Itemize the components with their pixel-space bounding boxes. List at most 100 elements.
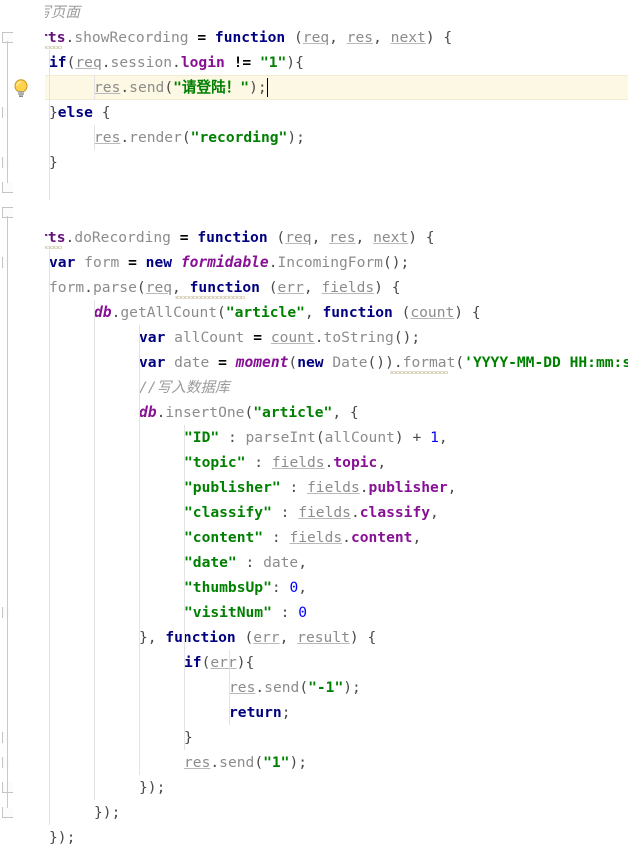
token-str: "1" xyxy=(259,54,287,71)
code-line[interactable]: "thumbsUp": 0, xyxy=(0,575,628,600)
token-punc: ( xyxy=(259,279,278,296)
code-line[interactable]: res.send("请登陆！"); xyxy=(0,75,628,100)
token-param: req xyxy=(285,229,312,246)
editor-gutter[interactable] xyxy=(0,0,45,851)
token-prop: topic xyxy=(333,454,378,471)
token-punc xyxy=(172,254,181,271)
code-line[interactable]: "date" : date, xyxy=(0,550,628,575)
code-line[interactable]: //编写页面 xyxy=(0,0,628,25)
token-punc: . xyxy=(120,79,130,96)
code-line[interactable]: var allCount = count.toString(); xyxy=(0,325,628,350)
token-punc xyxy=(165,329,174,346)
token-punc: , xyxy=(298,554,308,571)
code-line[interactable]: form.parse(req, function (err, fields) { xyxy=(0,275,628,300)
token-punc: , xyxy=(329,29,347,46)
token-glob: db xyxy=(94,304,112,321)
token-punc: ); xyxy=(287,129,305,146)
code-line[interactable]: }else { xyxy=(0,100,628,125)
code-line[interactable]: "ID" : parseInt(allCount) + 1, xyxy=(0,425,628,450)
token-id: insertOne xyxy=(165,404,245,421)
token-punc: ( xyxy=(267,229,286,246)
token-glob: formidable xyxy=(180,254,269,271)
code-line[interactable]: }; xyxy=(0,175,628,200)
token-punc: : xyxy=(236,554,264,571)
code-line[interactable]: } xyxy=(0,150,628,175)
token-punc: ) { xyxy=(408,229,435,246)
token-id: parseInt xyxy=(245,429,316,446)
code-line[interactable]: var date = moment(new Date()).format('YY… xyxy=(0,350,628,375)
code-line[interactable]: if(err){ xyxy=(0,650,628,675)
token-id: parse xyxy=(92,279,137,296)
token-str: "content" xyxy=(184,529,264,546)
token-punc: ); xyxy=(249,79,267,96)
code-line[interactable]: res.render("recording"); xyxy=(0,125,628,150)
token-punc: . xyxy=(268,254,278,271)
token-punc: ){ xyxy=(286,54,304,71)
code-line[interactable]: }, function (err, result) { xyxy=(0,625,628,650)
code-line[interactable]: db.getAllCount("article", function (coun… xyxy=(0,300,628,325)
code-line[interactable]: "classify" : fields.classify, xyxy=(0,500,628,525)
token-id: toString xyxy=(323,329,394,346)
code-line[interactable]: var form = new formidable.IncomingForm()… xyxy=(0,250,628,275)
token-id: format xyxy=(402,354,456,371)
token-param: res xyxy=(229,679,256,696)
token-punc: : xyxy=(271,579,290,596)
token-param: fields xyxy=(307,479,360,496)
code-line[interactable]: } xyxy=(0,725,628,750)
code-line[interactable]: exports.showRecording = function (req, r… xyxy=(0,25,628,50)
code-line[interactable]: exports.doRecording = function (req, res… xyxy=(0,225,628,250)
token-punc: , xyxy=(430,504,439,521)
token-param: res xyxy=(94,129,121,146)
code-line[interactable] xyxy=(0,200,628,225)
lightbulb-intention-icon[interactable] xyxy=(12,78,30,98)
token-num: 0 xyxy=(298,604,308,621)
code-line[interactable]: "visitNum" : 0 xyxy=(0,600,628,625)
token-param: next xyxy=(373,229,409,246)
code-line[interactable]: }); xyxy=(0,800,628,825)
warning-squiggle xyxy=(390,371,448,374)
token-id: showRecording xyxy=(74,29,189,46)
code-line[interactable]: res.send("-1"); xyxy=(0,675,628,700)
token-punc: : xyxy=(271,604,299,621)
token-punc: ( xyxy=(164,79,174,96)
token-punc: , xyxy=(373,29,391,46)
token-str: "recording" xyxy=(190,129,288,146)
token-punc: . xyxy=(342,529,351,546)
code-line[interactable]: db.insertOne("article", { xyxy=(0,400,628,425)
fold-marker-close[interactable] xyxy=(2,807,13,818)
token-punc: ( xyxy=(136,279,146,296)
code-line[interactable]: "topic" : fields.topic, xyxy=(0,450,628,475)
token-punc: ) { xyxy=(374,279,401,296)
code-line[interactable]: if(req.session.login != "1"){ xyxy=(0,50,628,75)
token-str: "publisher" xyxy=(184,479,281,496)
code-line[interactable]: res.send("1"); xyxy=(0,750,628,775)
token-punc: ; xyxy=(281,704,291,721)
token-punc: : xyxy=(263,529,290,546)
token-punc: , { xyxy=(332,404,359,421)
token-id: getAllCount xyxy=(120,304,218,321)
code-content[interactable]: //编写页面exports.showRecording = function (… xyxy=(0,0,628,851)
token-punc: ( xyxy=(254,754,264,771)
token-punc: , xyxy=(438,429,448,446)
token-glob: db xyxy=(139,404,157,421)
token-str: "visitNum" xyxy=(184,604,272,621)
token-param: err xyxy=(210,654,237,671)
token-str: "date" xyxy=(184,554,237,571)
token-punc: : xyxy=(219,429,246,446)
token-punc: : xyxy=(245,454,272,471)
token-punc: } xyxy=(49,154,58,171)
code-line[interactable]: //写入数据库 xyxy=(0,375,628,400)
code-line[interactable]: "publisher" : fields.publisher, xyxy=(0,475,628,500)
token-punc: ()). xyxy=(367,354,403,371)
token-punc: { xyxy=(92,104,111,121)
token-str: "请登陆！" xyxy=(173,79,250,96)
code-line[interactable]: }); xyxy=(0,825,628,850)
fold-marker-close[interactable] xyxy=(2,182,13,193)
code-editor[interactable]: //编写页面exports.showRecording = function (… xyxy=(0,0,628,851)
code-line[interactable]: return; xyxy=(0,700,628,725)
code-line[interactable]: "content" : fields.content, xyxy=(0,525,628,550)
code-line[interactable]: }); xyxy=(0,775,628,800)
token-punc: . xyxy=(172,54,181,71)
token-punc: . xyxy=(350,504,360,521)
token-param: res xyxy=(346,29,374,46)
